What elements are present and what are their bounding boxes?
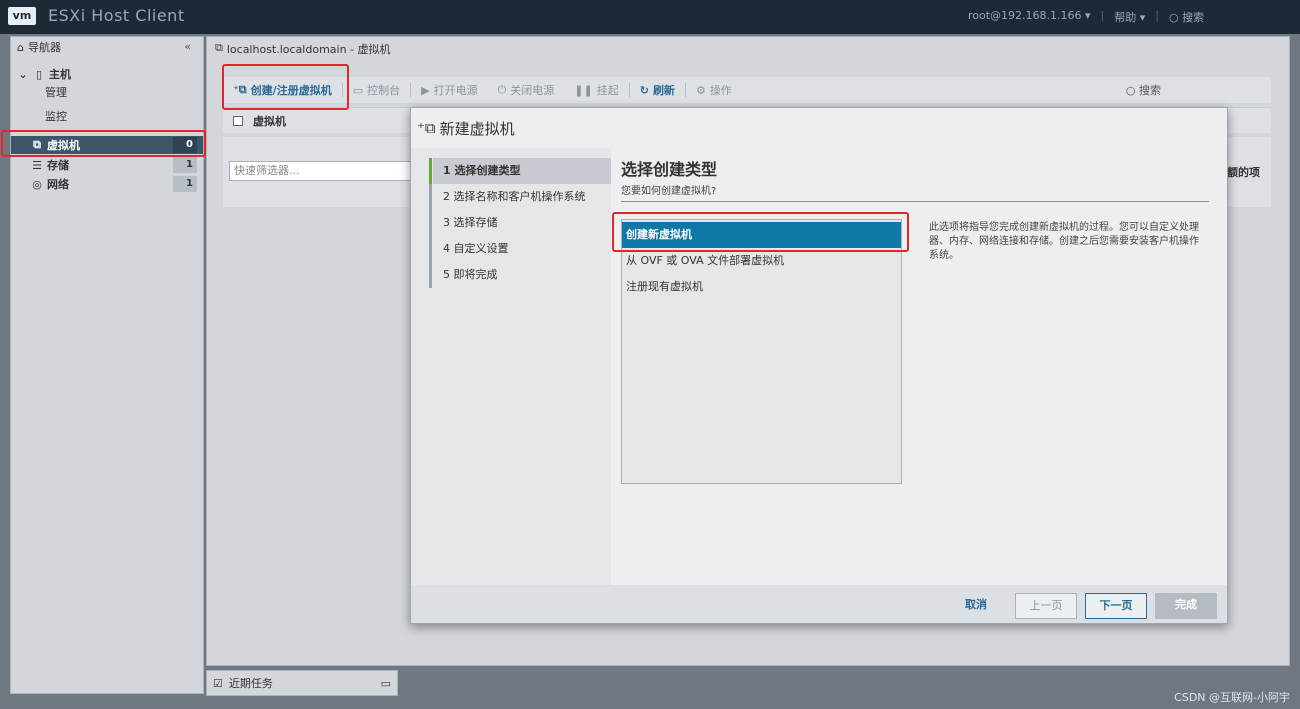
vm-toolbar: ⁺⧉ 创建/注册虚拟机 ▭ 控制台 ▶ 打开电源 ⏻ 关闭电源 ❚❚ 挂起 ↻ … [223, 77, 1271, 103]
button-label: 刷新 [652, 84, 675, 97]
select-all-checkbox[interactable] [233, 115, 243, 126]
top-bar: vm ESXi Host Client root@192.168.1.166 ▾… [0, 0, 1300, 34]
network-icon: ◎ [32, 177, 42, 191]
button-label: 打开电源 [433, 84, 478, 97]
storage-count-badge: 1 [173, 157, 197, 173]
power-on-button[interactable]: ▶ 打开电源 [411, 82, 487, 98]
recent-tasks-label: 近期任务 [228, 677, 273, 690]
search-label: 搜索 [1182, 11, 1205, 24]
quick-filter-input[interactable]: 快速筛选器... [229, 161, 415, 181]
watermark: CSDN @互联网-小阿宇 [1174, 691, 1290, 704]
step-select-name-os[interactable]: 2 选择名称和客户机操作系统 [433, 184, 611, 210]
button-label: 控制台 [367, 84, 401, 97]
creation-type-list: 创建新虚拟机 从 OVF 或 OVA 文件部署虚拟机 注册现有虚拟机 [621, 219, 902, 484]
storage-icon: ☰ [32, 158, 42, 172]
cancel-button[interactable]: 取消 [956, 593, 996, 619]
grid-hint-text: 额的项 [1227, 166, 1260, 179]
navigator-header: ⌂ 导航器 « [11, 37, 203, 57]
vmware-logo: vm [8, 7, 36, 25]
option-register-existing-vm[interactable]: 注册现有虚拟机 [622, 274, 901, 300]
content-subtitle: 您要如何创建虚拟机? [621, 186, 717, 197]
wizard-steps: 1 选择创建类型 2 选择名称和客户机操作系统 3 选择存储 4 自定义设置 5… [411, 148, 611, 585]
play-icon: ▶ [421, 83, 430, 97]
nav-item-manage[interactable]: 管理 [11, 83, 203, 101]
power-icon: ⏻ [497, 83, 507, 96]
network-count-badge: 1 [173, 176, 197, 192]
nav-item-host[interactable]: ⌄ ▯ 主机 [11, 65, 203, 83]
refresh-button[interactable]: ↻ 刷新 [630, 82, 685, 98]
new-vm-wizard: ⁺⧉ 新建虚拟机 1 选择创建类型 2 选择名称和客户机操作系统 3 选择存储 … [410, 107, 1228, 624]
recent-tasks-panel[interactable]: ☑ 近期任务 ▭ [206, 670, 398, 696]
suspend-button[interactable]: ❚❚ 挂起 [564, 82, 628, 98]
divider [621, 201, 1209, 202]
global-search[interactable]: ○ 搜索 [1169, 9, 1204, 25]
divider: | [1155, 9, 1160, 22]
step-select-storage[interactable]: 3 选择存储 [433, 210, 611, 236]
wizard-footer: 取消 上一页 下一页 完成 [411, 585, 1227, 623]
step-customize-settings[interactable]: 4 自定义设置 [433, 236, 611, 262]
nav-item-network[interactable]: ◎ 网络 1 [11, 175, 203, 193]
button-label: 关闭电源 [510, 84, 555, 97]
collapse-icon[interactable]: « [184, 40, 191, 53]
user-menu[interactable]: root@192.168.1.166 ▾ [968, 9, 1091, 25]
nav-item-monitor[interactable]: 监控 [11, 107, 203, 125]
add-vm-icon: ⁺⧉ [417, 119, 436, 137]
chevron-down-icon[interactable]: ⌄ [17, 68, 29, 81]
nav-item-label: 网络 [47, 178, 69, 191]
highlight-create-button [222, 64, 349, 110]
vm-search[interactable]: ○ 搜索 [1126, 82, 1161, 98]
search-icon: ○ [1125, 84, 1136, 97]
wizard-title: 新建虚拟机 [439, 119, 515, 138]
previous-button[interactable]: 上一页 [1015, 593, 1077, 619]
nav-item-label: 主机 [49, 68, 71, 81]
app-title: ESXi Host Client [48, 6, 185, 25]
tasks-icon: ☑ [213, 676, 223, 690]
step-progress-indicator [429, 158, 432, 184]
search-icon: ○ [1169, 11, 1179, 24]
gear-icon: ⚙ [695, 83, 706, 97]
refresh-icon: ↻ [639, 83, 649, 97]
help-menu[interactable]: 帮助 ▾ [1114, 9, 1145, 25]
nav-item-label: 管理 [45, 86, 67, 99]
power-off-button[interactable]: ⏻ 关闭电源 [488, 82, 565, 98]
search-label: 搜索 [1139, 84, 1161, 97]
actions-button[interactable]: ⚙ 操作 [686, 82, 742, 98]
column-header-vm[interactable]: 虚拟机 [253, 113, 286, 129]
host-icon: ▯ [35, 67, 43, 81]
pause-icon: ❚❚ [574, 83, 593, 97]
vm-icon: ⧉ [215, 41, 223, 54]
navigator-title: 导航器 [27, 41, 61, 54]
step-select-creation-type[interactable]: 1 选择创建类型 [433, 158, 611, 184]
nav-item-label: 存储 [47, 159, 69, 172]
wizard-header: ⁺⧉ 新建虚拟机 [411, 108, 1227, 148]
button-label: 挂起 [596, 84, 619, 97]
finish-button[interactable]: 完成 [1155, 593, 1217, 619]
content-title: 选择创建类型 [621, 160, 718, 179]
page-title: ⧉ localhost.localdomain - 虚拟机 [215, 41, 391, 57]
console-icon: ▭ [352, 83, 364, 97]
option-description: 此选项将指导您完成创建新虚拟机的过程。您可以自定义处理器、内存、网络连接和存储。… [929, 222, 1199, 261]
button-label: 操作 [709, 84, 732, 97]
next-button[interactable]: 下一页 [1085, 593, 1147, 619]
highlight-create-option [612, 212, 909, 252]
console-button[interactable]: ▭ 控制台 [343, 82, 410, 98]
divider: | [1100, 9, 1105, 22]
nav-item-storage[interactable]: ☰ 存储 1 [11, 156, 203, 174]
highlight-vm-nav [1, 130, 206, 157]
home-icon: ⌂ [17, 40, 24, 54]
nav-item-label: 监控 [45, 110, 67, 123]
page-title-text: localhost.localdomain - 虚拟机 [226, 43, 391, 56]
step-ready-to-complete[interactable]: 5 即将完成 [433, 262, 611, 288]
maximize-icon[interactable]: ▭ [381, 677, 391, 690]
